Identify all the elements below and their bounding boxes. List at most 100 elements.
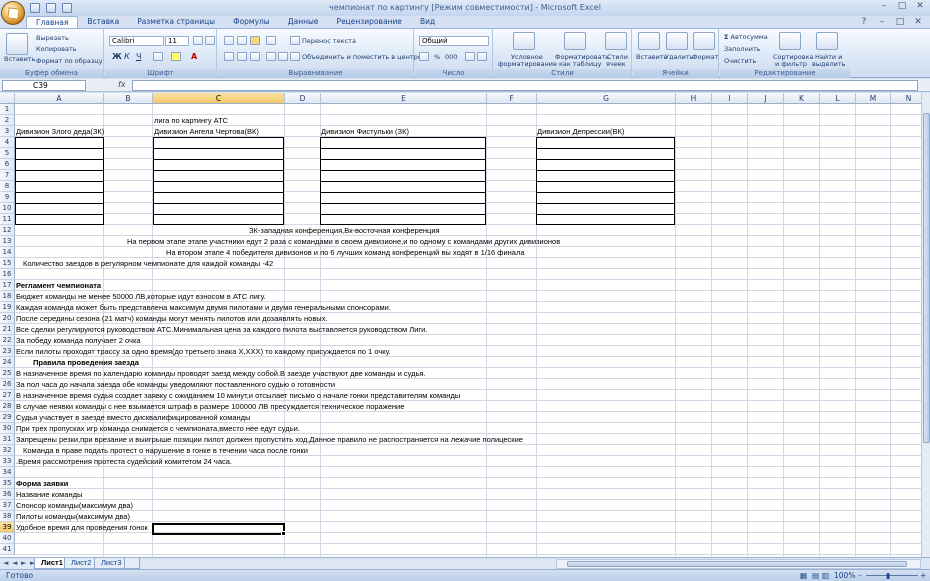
- cell-r37[interactable]: Спонсор команды(максимум два): [16, 500, 133, 511]
- cell-styles-icon[interactable]: [605, 32, 627, 50]
- row-header-27[interactable]: 27: [0, 390, 15, 401]
- row-header-17[interactable]: 17: [0, 280, 15, 291]
- cell-r38[interactable]: Пилоты команды(максимум два): [16, 511, 130, 522]
- cell-league-title[interactable]: лига по картингу АТС: [154, 115, 228, 126]
- cell-r24[interactable]: Правила проведения заезда: [33, 357, 139, 368]
- delete-cells-button[interactable]: Удалить: [665, 53, 693, 61]
- tab-page-layout[interactable]: Разметка страницы: [128, 16, 224, 28]
- select-all-corner[interactable]: [0, 93, 15, 104]
- tab-view[interactable]: Вид: [411, 16, 444, 28]
- copy-button[interactable]: Копировать: [36, 45, 77, 53]
- fill-color-icon[interactable]: [171, 52, 181, 61]
- minimize-icon[interactable]: –: [878, 1, 890, 12]
- view-normal-icon[interactable]: ▦: [800, 571, 807, 580]
- row-header-3[interactable]: 3: [0, 126, 15, 137]
- row-header-32[interactable]: 32: [0, 445, 15, 456]
- column-header-c[interactable]: C: [153, 93, 285, 104]
- orientation-icon[interactable]: [266, 36, 276, 45]
- font-size-select[interactable]: 11: [165, 36, 189, 46]
- wrap-text-icon[interactable]: [290, 36, 300, 45]
- worksheet-grid[interactable]: ABCDEFGHIJKLMN 1 2 3 4 5 6 7 8 9 10 11 12 13 14 15 16 17…: [0, 93, 921, 557]
- fx-icon[interactable]: fx: [118, 80, 126, 89]
- conditional-format-icon[interactable]: [513, 32, 535, 50]
- align-center-icon[interactable]: [237, 52, 247, 61]
- cell-r15[interactable]: Количество заездов в регулярном чемпиона…: [23, 258, 273, 269]
- align-left-icon[interactable]: [224, 52, 234, 61]
- currency-icon[interactable]: [419, 52, 429, 61]
- find-select-label-2[interactable]: выделить: [812, 60, 845, 68]
- row-header-36[interactable]: 36: [0, 489, 15, 500]
- delete-cells-icon[interactable]: [666, 32, 688, 50]
- column-header-j[interactable]: J: [748, 93, 784, 104]
- vertical-scroll-thumb[interactable]: [923, 113, 930, 443]
- format-table-icon[interactable]: [564, 32, 586, 50]
- conditional-format-label-2[interactable]: форматирование: [498, 60, 557, 68]
- row-header-19[interactable]: 19: [0, 302, 15, 313]
- italic-icon[interactable]: К: [124, 52, 130, 61]
- cell-division-3[interactable]: Дивизион Фистульки (ЗК): [321, 126, 409, 137]
- tab-review[interactable]: Рецензирование: [328, 16, 411, 28]
- font-color-icon[interactable]: A: [191, 52, 197, 61]
- undo-icon[interactable]: [46, 3, 56, 13]
- row-header-6[interactable]: 6: [0, 159, 15, 170]
- fill-handle[interactable]: [281, 531, 286, 536]
- cell-r32[interactable]: Команда в праве подать протест о нарушен…: [23, 445, 308, 456]
- align-middle-icon[interactable]: [237, 36, 247, 45]
- vertical-scrollbar[interactable]: [921, 93, 930, 557]
- column-header-f[interactable]: F: [487, 93, 537, 104]
- doc-restore-icon[interactable]: □: [894, 17, 906, 28]
- row-header-9[interactable]: 9: [0, 192, 15, 203]
- doc-close-icon[interactable]: ✕: [912, 17, 924, 28]
- cell-r36[interactable]: Название команды: [16, 489, 82, 500]
- row-header-2[interactable]: 2: [0, 115, 15, 126]
- underline-icon[interactable]: Ч: [136, 52, 141, 61]
- increase-indent-icon[interactable]: [278, 52, 288, 61]
- sheet-nav-prev-icon[interactable]: ◄: [12, 559, 17, 567]
- zoom-slider[interactable]: [866, 575, 918, 576]
- insert-cells-button[interactable]: Вставить: [636, 53, 667, 61]
- format-table-label-2[interactable]: как таблицу: [559, 60, 601, 68]
- cell-division-4[interactable]: Дивизион Депрессии(ВК): [537, 126, 624, 137]
- thousands-icon[interactable]: 000: [445, 53, 457, 61]
- column-header-m[interactable]: M: [856, 93, 891, 104]
- row-header-39[interactable]: 39: [0, 522, 15, 533]
- percent-icon[interactable]: %: [434, 53, 440, 61]
- tab-insert[interactable]: Вставка: [78, 16, 128, 28]
- row-header-33[interactable]: 33: [0, 456, 15, 467]
- row-header-12[interactable]: 12: [0, 225, 15, 236]
- cell-r17[interactable]: Регламент чемпионата: [16, 280, 101, 291]
- row-header-18[interactable]: 18: [0, 291, 15, 302]
- column-header-h[interactable]: H: [676, 93, 712, 104]
- horizontal-scrollbar[interactable]: [556, 559, 921, 569]
- row-header-41[interactable]: 41: [0, 544, 15, 555]
- row-header-31[interactable]: 31: [0, 434, 15, 445]
- column-header-n[interactable]: N: [891, 93, 921, 104]
- row-header-25[interactable]: 25: [0, 368, 15, 379]
- row-header-23[interactable]: 23: [0, 346, 15, 357]
- row-header-5[interactable]: 5: [0, 148, 15, 159]
- column-header-e[interactable]: E: [321, 93, 487, 104]
- cell-styles-label-2[interactable]: ячеек: [606, 60, 626, 68]
- merge-center-icon[interactable]: [290, 52, 300, 61]
- autosum-button[interactable]: Σ Автосумма: [724, 33, 768, 41]
- increase-decimal-icon[interactable]: [465, 52, 475, 61]
- cell-r35[interactable]: Форма заявки: [16, 478, 68, 489]
- zoom-level[interactable]: 100%: [834, 571, 855, 580]
- format-cells-icon[interactable]: [693, 32, 715, 50]
- cell-r28[interactable]: В случае неявки команды с нее взымается …: [16, 401, 404, 412]
- column-header-i[interactable]: I: [712, 93, 748, 104]
- row-header-4[interactable]: 4: [0, 137, 15, 148]
- grow-font-icon[interactable]: [193, 36, 203, 45]
- row-header-13[interactable]: 13: [0, 236, 15, 247]
- cut-button[interactable]: Вырезать: [36, 34, 69, 42]
- help-icon[interactable]: ?: [858, 17, 870, 28]
- align-right-icon[interactable]: [250, 52, 260, 61]
- zoom-in-icon[interactable]: +: [920, 571, 926, 580]
- row-header-21[interactable]: 21: [0, 324, 15, 335]
- formula-input[interactable]: [132, 80, 918, 91]
- cell-r21[interactable]: Все сделки регулируются руководством АТС…: [16, 324, 427, 335]
- zoom-slider-thumb[interactable]: ▮: [886, 571, 890, 580]
- close-icon[interactable]: ✕: [914, 1, 926, 12]
- column-header-l[interactable]: L: [820, 93, 856, 104]
- tab-home[interactable]: Главная: [26, 16, 79, 28]
